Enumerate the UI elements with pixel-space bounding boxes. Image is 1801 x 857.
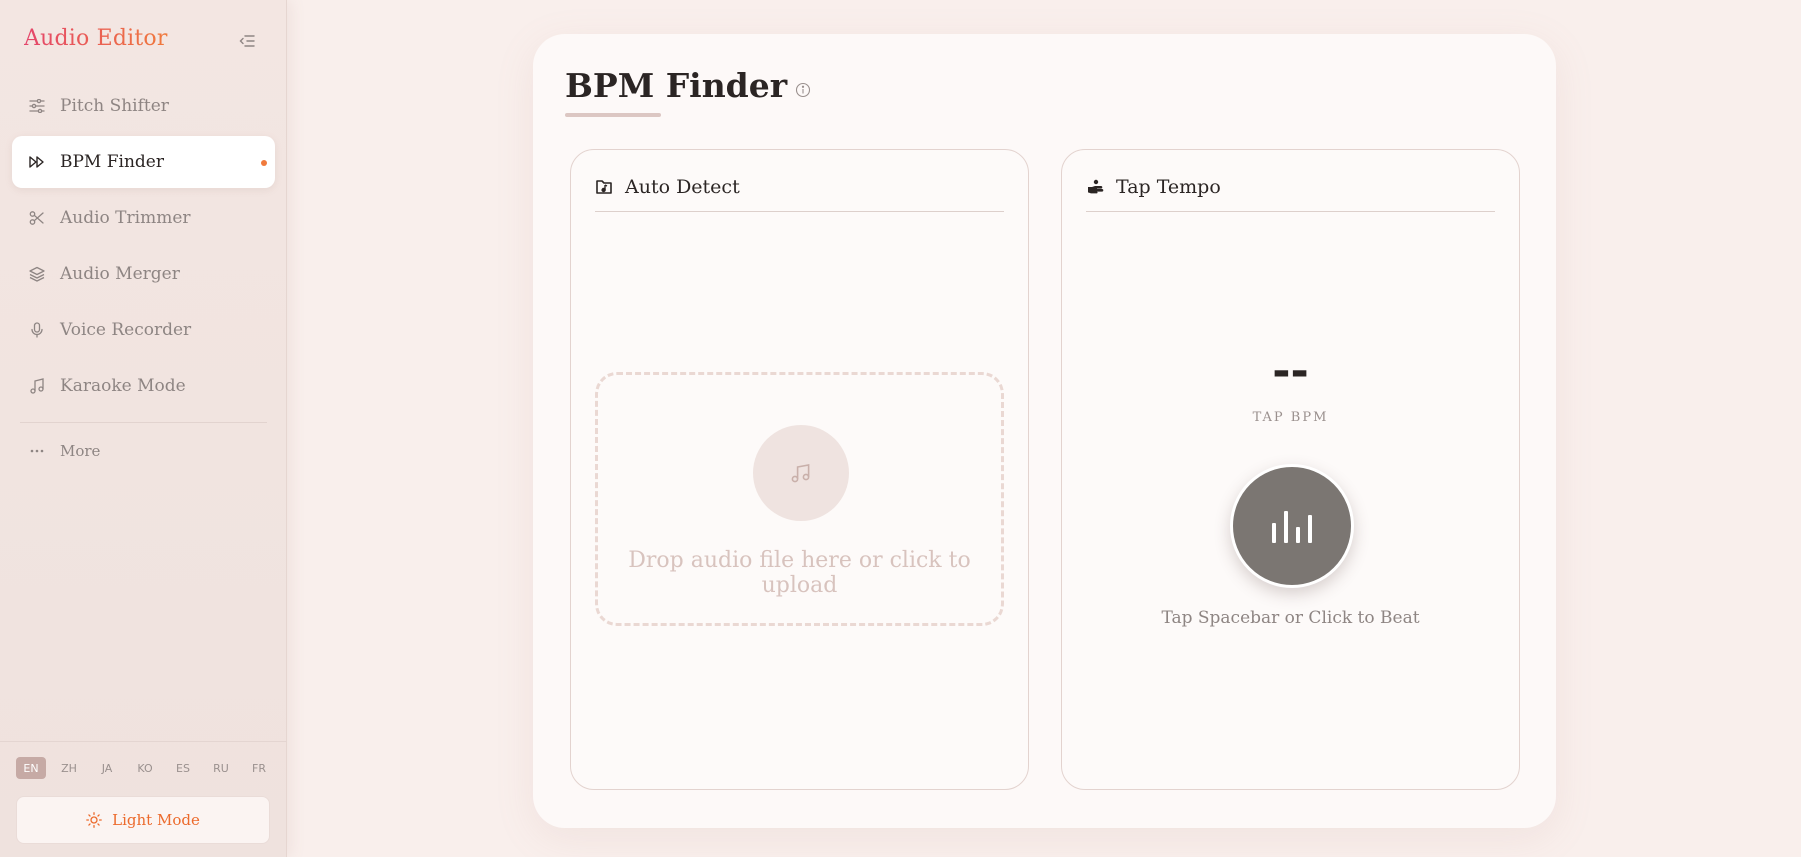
- tap-tempo-header: Tap Tempo: [1086, 176, 1495, 212]
- language-switcher: EN ZH JA KO ES RU FR: [16, 757, 274, 779]
- sun-icon: [86, 812, 103, 828]
- upload-music-icon: [753, 425, 849, 521]
- sidebar-item-audio-trimmer[interactable]: Audio Trimmer: [12, 192, 275, 244]
- sidebar-item-audio-merger[interactable]: Audio Merger: [12, 248, 275, 300]
- info-button[interactable]: [795, 82, 813, 100]
- theme-mode-button[interactable]: Light Mode: [16, 796, 270, 844]
- more-label: More: [60, 442, 101, 460]
- active-indicator-dot: [261, 160, 267, 166]
- main-card: BPM Finder Auto Detect Drop audio file h…: [533, 34, 1556, 828]
- scissors-icon: [28, 209, 46, 227]
- sidebar-item-label: Audio Trimmer: [60, 208, 191, 228]
- tap-button[interactable]: [1230, 464, 1354, 588]
- info-icon: [795, 82, 811, 98]
- sidebar-nav: Pitch Shifter BPM Finder Audio Trimmer A…: [12, 80, 275, 473]
- more-dots-icon: [28, 449, 46, 453]
- microphone-icon: [28, 321, 46, 339]
- page-title: BPM Finder: [565, 66, 788, 105]
- lang-zh[interactable]: ZH: [54, 757, 84, 779]
- lang-ja[interactable]: JA: [92, 757, 122, 779]
- sidebar-item-label: BPM Finder: [60, 152, 164, 172]
- sidebar: Audio Editor Pitch Shifter BPM Finder Au…: [0, 0, 287, 857]
- sidebar-item-more[interactable]: More: [12, 429, 275, 473]
- tap-tempo-title: Tap Tempo: [1116, 176, 1221, 198]
- lang-ko[interactable]: KO: [130, 757, 160, 779]
- tap-hint: Tap Spacebar or Click to Beat: [1161, 608, 1420, 628]
- nav-divider: [20, 422, 267, 423]
- collapse-sidebar-button[interactable]: [236, 31, 258, 51]
- sidebar-footer-divider: [0, 741, 287, 742]
- sliders-icon: [28, 97, 46, 115]
- equalizer-bars-icon: [1272, 511, 1312, 543]
- theme-mode-label: Light Mode: [112, 811, 200, 829]
- lang-fr[interactable]: FR: [244, 757, 274, 779]
- auto-detect-title: Auto Detect: [625, 176, 740, 198]
- bpm-value-text: --: [1272, 346, 1309, 397]
- music-note-icon: [28, 377, 46, 395]
- sidebar-item-label: Pitch Shifter: [60, 96, 169, 116]
- dropzone-text: Drop audio file here or click to upload: [628, 548, 971, 598]
- layers-icon: [28, 265, 46, 283]
- title-underline: [565, 113, 661, 117]
- sidebar-item-voice-recorder[interactable]: Voice Recorder: [12, 304, 275, 356]
- lang-ru[interactable]: RU: [206, 757, 236, 779]
- bpm-value: --: [1062, 350, 1519, 394]
- lang-es[interactable]: ES: [168, 757, 198, 779]
- auto-detect-panel: Auto Detect Drop audio file here or clic…: [570, 149, 1029, 790]
- sidebar-item-karaoke-mode[interactable]: Karaoke Mode: [12, 360, 275, 412]
- fast-forward-icon: [28, 153, 46, 171]
- sidebar-item-bpm-finder[interactable]: BPM Finder: [12, 136, 275, 188]
- app-brand: Audio Editor: [24, 26, 168, 51]
- sidebar-item-pitch-shifter[interactable]: Pitch Shifter: [12, 80, 275, 132]
- sidebar-item-label: Voice Recorder: [60, 320, 192, 340]
- lang-en[interactable]: EN: [16, 757, 46, 779]
- auto-detect-header: Auto Detect: [595, 176, 1004, 212]
- bpm-label: TAP BPM: [1252, 410, 1329, 425]
- sidebar-item-label: Audio Merger: [60, 264, 180, 284]
- folder-music-icon: [596, 180, 612, 194]
- sidebar-item-label: Karaoke Mode: [60, 376, 186, 396]
- audio-dropzone[interactable]: Drop audio file here or click to upload: [595, 372, 1004, 626]
- tap-tempo-panel: Tap Tempo -- TAP BPM Tap Spacebar or Cli…: [1061, 149, 1520, 790]
- collapse-icon: [239, 35, 255, 47]
- hand-tap-icon: [1088, 179, 1104, 194]
